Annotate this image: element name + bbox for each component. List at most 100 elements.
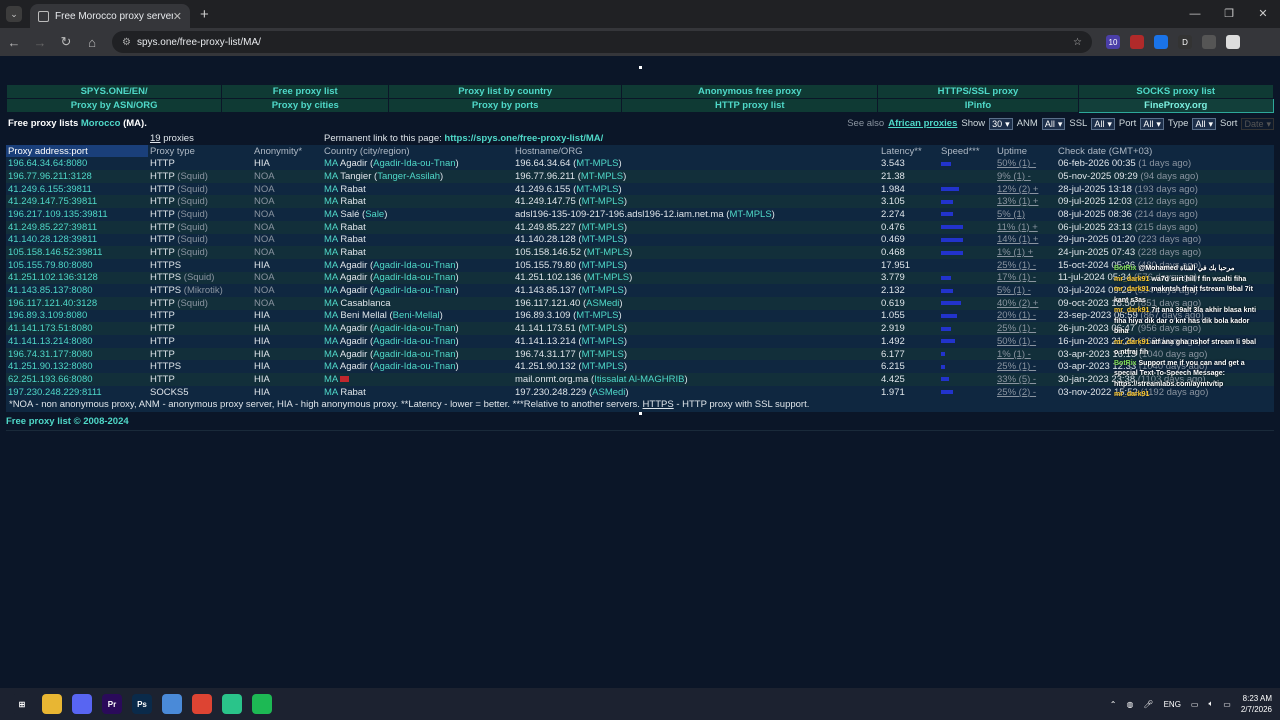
proxy-address[interactable]: 197.230.248.229:8111 xyxy=(6,385,148,399)
uptime[interactable]: 1% (1) - xyxy=(995,347,1056,361)
nav-link[interactable]: FineProxy.org xyxy=(1077,98,1275,113)
country-code[interactable]: MA xyxy=(324,361,338,372)
nav-link[interactable]: Proxy by ASN/ORG xyxy=(5,98,223,113)
uptime[interactable]: 25% (1) - xyxy=(995,322,1056,335)
uptime[interactable]: 5% (1) - xyxy=(995,284,1056,297)
https-link[interactable]: HTTPS xyxy=(643,399,674,410)
region[interactable]: Agadir-Ida-ou-Tnan xyxy=(373,158,455,169)
photoshop-icon[interactable]: Ps xyxy=(132,694,152,714)
proxy-address[interactable]: 41.140.28.128:39811 xyxy=(6,233,148,247)
chrome-icon[interactable] xyxy=(192,694,212,714)
region[interactable]: Agadir-Ida-ou-Tnan xyxy=(373,349,455,360)
maximize-icon[interactable]: ❐ xyxy=(1212,0,1246,28)
chevron-up-icon[interactable]: ⌃ xyxy=(1110,700,1117,709)
nav-link[interactable]: SPYS.ONE/EN/ xyxy=(5,84,223,99)
uptime[interactable]: 40% (2) + xyxy=(995,296,1056,310)
region[interactable]: Beni-Mellal xyxy=(393,310,440,321)
org[interactable]: Itissalat Al-MAGHRIB xyxy=(594,374,684,385)
header-ip[interactable]: Proxy address:port xyxy=(6,144,148,158)
nav-link[interactable]: Anonymous free proxy xyxy=(621,84,879,99)
country-code[interactable]: MA xyxy=(324,209,338,220)
nav-link[interactable]: Free proxy list xyxy=(221,84,390,99)
country-code[interactable]: MA xyxy=(324,247,338,258)
minimize-icon[interactable]: — xyxy=(1178,0,1212,28)
show-select[interactable]: 30 ▾ xyxy=(989,117,1013,130)
reload-icon[interactable]: ↻ xyxy=(54,34,78,50)
spotify-icon[interactable] xyxy=(252,694,272,714)
ext-badge-icon[interactable]: 10 xyxy=(1106,35,1120,49)
close-tab-icon[interactable]: ✕ xyxy=(173,10,182,23)
proxy-address[interactable]: 196.64.34.64:8080 xyxy=(6,157,148,171)
region[interactable]: Agadir-Ida-ou-Tnan xyxy=(373,336,455,347)
country-code[interactable]: MA xyxy=(324,196,338,207)
org[interactable]: MT-MPLS xyxy=(582,285,624,296)
volume-icon[interactable]: 🔈︎ xyxy=(1208,699,1213,709)
nav-link[interactable]: IPinfo xyxy=(877,98,1079,113)
permanent-link-url[interactable]: https://spys.one/free-proxy-list/MA/ xyxy=(444,133,603,144)
proxy-address[interactable]: 105.155.79.80:8080 xyxy=(6,258,148,272)
country-code[interactable]: MA xyxy=(324,298,338,309)
org[interactable]: MT-MPLS xyxy=(576,310,618,321)
uptime[interactable]: 25% (2) - xyxy=(995,385,1056,399)
region[interactable]: Agadir-Ida-ou-Tnan xyxy=(373,272,455,283)
org[interactable]: MT-MPLS xyxy=(582,222,624,233)
proxy-address[interactable]: 196.77.96.211:3128 xyxy=(6,170,148,183)
org[interactable]: MT-MPLS xyxy=(582,336,624,347)
country-code[interactable]: MA xyxy=(324,222,338,233)
org[interactable]: MT-MPLS xyxy=(582,361,624,372)
uptime[interactable]: 11% (1) + xyxy=(995,220,1056,234)
uptime[interactable]: 9% (1) - xyxy=(995,170,1056,183)
country-code[interactable]: MA xyxy=(324,234,338,245)
country-code[interactable]: MA xyxy=(324,374,338,385)
org[interactable]: ASMedi xyxy=(592,387,625,398)
proxy-address[interactable]: 62.251.193.66:8080 xyxy=(6,373,148,386)
country-code[interactable]: MA xyxy=(324,387,338,398)
country-code[interactable]: MA xyxy=(324,272,338,283)
region[interactable]: Agadir-Ida-ou-Tnan xyxy=(373,361,455,372)
proxy-address[interactable]: 41.143.85.137:8080 xyxy=(6,284,148,297)
proxy-address[interactable]: 41.249.6.155:39811 xyxy=(6,182,148,196)
nav-link[interactable]: HTTP proxy list xyxy=(621,98,879,113)
uptime[interactable]: 5% (1) xyxy=(995,208,1056,221)
org[interactable]: MT-MPLS xyxy=(582,260,624,271)
proxy-address[interactable]: 196.217.109.135:39811 xyxy=(6,208,148,221)
org[interactable]: MT-MPLS xyxy=(576,184,618,195)
language-indicator[interactable]: ENG xyxy=(1164,700,1181,709)
region[interactable]: Tanger-Assilah xyxy=(377,171,440,182)
org[interactable]: MT-MPLS xyxy=(729,209,771,220)
region[interactable]: Agadir-Ida-ou-Tnan xyxy=(373,323,455,334)
close-window-icon[interactable]: ✕ xyxy=(1246,0,1280,28)
country-code[interactable]: MA xyxy=(324,323,338,334)
forward-icon[interactable]: → xyxy=(28,35,52,50)
site-info-icon[interactable]: ⚙ xyxy=(122,37,131,48)
region[interactable]: Agadir-Ida-ou-Tnan xyxy=(373,260,455,271)
proxy-address[interactable]: 41.251.90.132:8080 xyxy=(6,360,148,374)
ext-red-icon[interactable] xyxy=(1130,35,1144,49)
country-code[interactable]: MA xyxy=(324,349,338,360)
proxy-address[interactable]: 41.141.173.51:8080 xyxy=(6,322,148,335)
sort-select[interactable]: Date ▾ xyxy=(1241,117,1274,130)
ext-d-icon[interactable]: D xyxy=(1178,35,1192,49)
avatar-icon[interactable] xyxy=(1226,35,1240,49)
nav-link[interactable]: SOCKS proxy list xyxy=(1077,84,1275,99)
country-code[interactable]: MA xyxy=(324,285,338,296)
proxy-address[interactable]: 41.249.147.75:39811 xyxy=(6,195,148,209)
proxy-address[interactable]: 41.249.85.227:39811 xyxy=(6,220,148,234)
org[interactable]: MT-MPLS xyxy=(582,234,624,245)
african-proxies-link[interactable]: African proxies xyxy=(888,118,957,129)
proxy-address[interactable]: 196.89.3.109:8080 xyxy=(6,309,148,323)
port-select[interactable]: All ▾ xyxy=(1140,117,1164,130)
org[interactable]: MT-MPLS xyxy=(582,323,624,334)
back-icon[interactable]: ← xyxy=(2,35,26,50)
uptime[interactable]: 25% (1) - xyxy=(995,258,1056,272)
nav-link[interactable]: Proxy by cities xyxy=(221,98,390,113)
country-code[interactable]: MA xyxy=(324,336,338,347)
region[interactable]: Agadir-Ida-ou-Tnan xyxy=(373,285,455,296)
uptime[interactable]: 1% (1) + xyxy=(995,246,1056,259)
nav-link[interactable]: Proxy list by country xyxy=(388,84,623,99)
uptime[interactable]: 20% (1) - xyxy=(995,309,1056,323)
anm-select[interactable]: All ▾ xyxy=(1041,117,1066,130)
ssl-select[interactable]: All ▾ xyxy=(1091,117,1115,130)
org[interactable]: MT-MPLS xyxy=(582,196,624,207)
org[interactable]: MT-MPLS xyxy=(581,171,623,182)
